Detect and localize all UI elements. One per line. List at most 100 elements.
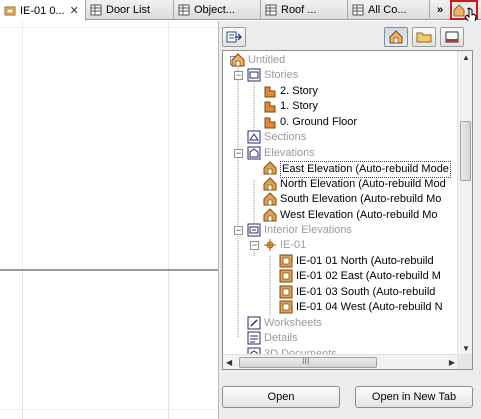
horizontal-scroll-thumb[interactable]: III [239, 356, 377, 368]
layout-book-button[interactable] [440, 27, 464, 47]
tree-item[interactable]: IE-01 03 South (Auto-rebuild [223, 285, 459, 300]
section-icon [247, 130, 261, 144]
tab-label: Door List [106, 4, 151, 16]
tree-item-label: IE-01 03 South (Auto-rebuild [296, 285, 436, 298]
scroll-up-arrow-icon[interactable]: ▲ [462, 53, 470, 62]
tree-item-label: 2. Story [280, 84, 318, 97]
grid-line [0, 27, 218, 28]
project-map-button[interactable] [384, 27, 408, 47]
tree-item[interactable]: North Elevation (Auto-rebuild Mod [223, 176, 459, 192]
close-icon[interactable]: ✕ [70, 4, 79, 17]
ie-view-icon [279, 254, 293, 268]
tab-label: All Co... [368, 4, 407, 16]
tree-item-label: South Elevation (Auto-rebuild Mo [280, 193, 442, 206]
project-map-icon [389, 30, 403, 44]
canvas-divider [0, 269, 218, 271]
tree-item-label: IE-01 04 West (Auto-rebuild N [296, 301, 443, 314]
tree-item[interactable]: 2. Story [223, 84, 459, 99]
tree-item[interactable]: South Elevation (Auto-rebuild Mo [223, 192, 459, 207]
tree-item[interactable]: East Elevation (Auto-rebuild Mode [223, 161, 459, 179]
elevation-view-icon [263, 161, 277, 175]
tree-item-label: East Elevation (Auto-rebuild Mode [280, 161, 451, 179]
tree-item[interactable]: IE-01 02 East (Auto-rebuild M [223, 269, 459, 284]
worksheet-icon [247, 316, 261, 330]
scroll-left-arrow-icon[interactable]: ◀ [226, 358, 232, 367]
tab-label: IE-01 0... [20, 4, 65, 17]
story-icon [264, 101, 276, 113]
story-icon [264, 117, 276, 129]
tree-item-label: IE-01 01 North (Auto-rebuild [296, 254, 434, 267]
table-icon [90, 4, 102, 16]
scroll-corner [457, 354, 472, 369]
story-icon [264, 86, 276, 98]
tree-item-label: Untitled [248, 54, 286, 66]
elevation-view-icon [263, 192, 277, 206]
open-button[interactable]: Open [222, 386, 340, 408]
floor-plan-icon [4, 6, 16, 15]
ie-view-icon [279, 269, 293, 283]
grid-line [22, 271, 23, 419]
tree-item-label: IE-01 [280, 239, 307, 252]
elevation-view-icon [263, 176, 277, 191]
tree-item[interactable]: −Untitled [223, 53, 459, 68]
tree-item[interactable]: 1. Story [223, 99, 459, 114]
table-icon [178, 4, 190, 16]
tree-item[interactable]: − IE-01 [223, 238, 459, 253]
collapse-toggle-icon[interactable]: − [250, 241, 259, 251]
scroll-down-arrow-icon[interactable]: ▼ [462, 344, 470, 353]
tree-item-label: Elevations [264, 146, 315, 159]
elevation-view-icon [263, 207, 277, 221]
tree-item-label: 0. Ground Floor [280, 115, 358, 128]
table-icon [352, 4, 364, 16]
interior-elevation-icon [247, 223, 261, 237]
view-map-button[interactable] [412, 27, 436, 47]
stories-icon [247, 68, 261, 82]
drawing-canvas[interactable] [0, 21, 218, 419]
tree-item[interactable]: 0. Ground Floor [223, 115, 459, 130]
table-icon [265, 4, 277, 16]
layout-book-icon [445, 31, 459, 43]
tree-item[interactable]: IE-01 01 North (Auto-rebuild [223, 254, 459, 269]
tree-item[interactable]: Sections [223, 130, 459, 145]
tab-door-list[interactable]: Door List [86, 0, 174, 20]
horizontal-scrollbar[interactable]: ◀ III ▶ [223, 354, 458, 369]
ie-view-icon [279, 285, 293, 299]
tree-item[interactable]: − Stories [223, 68, 459, 83]
tree-item[interactable]: Worksheets [223, 316, 459, 331]
tree-item-label: Interior Elevations [264, 223, 353, 236]
tab-roof[interactable]: Roof ... [261, 0, 348, 20]
tab-object[interactable]: Object... [174, 0, 261, 20]
tab-label: Roof ... [281, 4, 317, 16]
send-to-button[interactable] [222, 27, 246, 47]
tree-item-label: North Elevation (Auto-rebuild Mod [280, 177, 446, 190]
tab-label: Object... [194, 4, 235, 16]
view-map-icon [416, 32, 432, 43]
tab-ie-01[interactable]: IE-01 0... ✕ [0, 0, 86, 21]
collapse-toggle-icon[interactable]: − [234, 148, 243, 158]
scroll-grip: III [302, 356, 310, 366]
tree-item-label: 1. Story [280, 100, 318, 113]
grid-line [0, 409, 218, 410]
details-icon [247, 331, 261, 345]
more-tabs-button[interactable]: » [432, 0, 448, 20]
tree-item-label: Stories [264, 69, 299, 82]
collapse-toggle-icon[interactable]: − [234, 71, 243, 81]
tree-item-label: Details [264, 332, 298, 345]
tree-item[interactable]: IE-01 04 West (Auto-rebuild N [223, 300, 459, 315]
tree-item[interactable]: − Elevations [223, 146, 459, 161]
navigator-tree[interactable]: −Untitled−Stories2. Story1. Story0. Grou… [222, 50, 473, 370]
tab-all-co[interactable]: All Co... [348, 0, 430, 20]
collapse-toggle-icon[interactable]: − [234, 225, 243, 235]
tree-item[interactable]: Details [223, 331, 459, 346]
vertical-scrollbar[interactable]: ▲ ▼ [457, 51, 472, 355]
open-in-new-tab-button[interactable]: Open in New Tab [355, 386, 473, 408]
tree-item-label: Sections [264, 131, 307, 144]
elevation-icon [247, 146, 261, 160]
vertical-scroll-thumb[interactable] [460, 121, 471, 181]
tree-item[interactable]: West Elevation (Auto-rebuild Mo [223, 207, 459, 223]
ie-marker-icon [264, 239, 276, 252]
project-house-icon [231, 53, 245, 67]
tree-item[interactable]: − Interior Elevations [223, 223, 459, 238]
navigator-menu-button[interactable] [450, 0, 478, 23]
scroll-right-arrow-icon[interactable]: ▶ [449, 358, 455, 367]
